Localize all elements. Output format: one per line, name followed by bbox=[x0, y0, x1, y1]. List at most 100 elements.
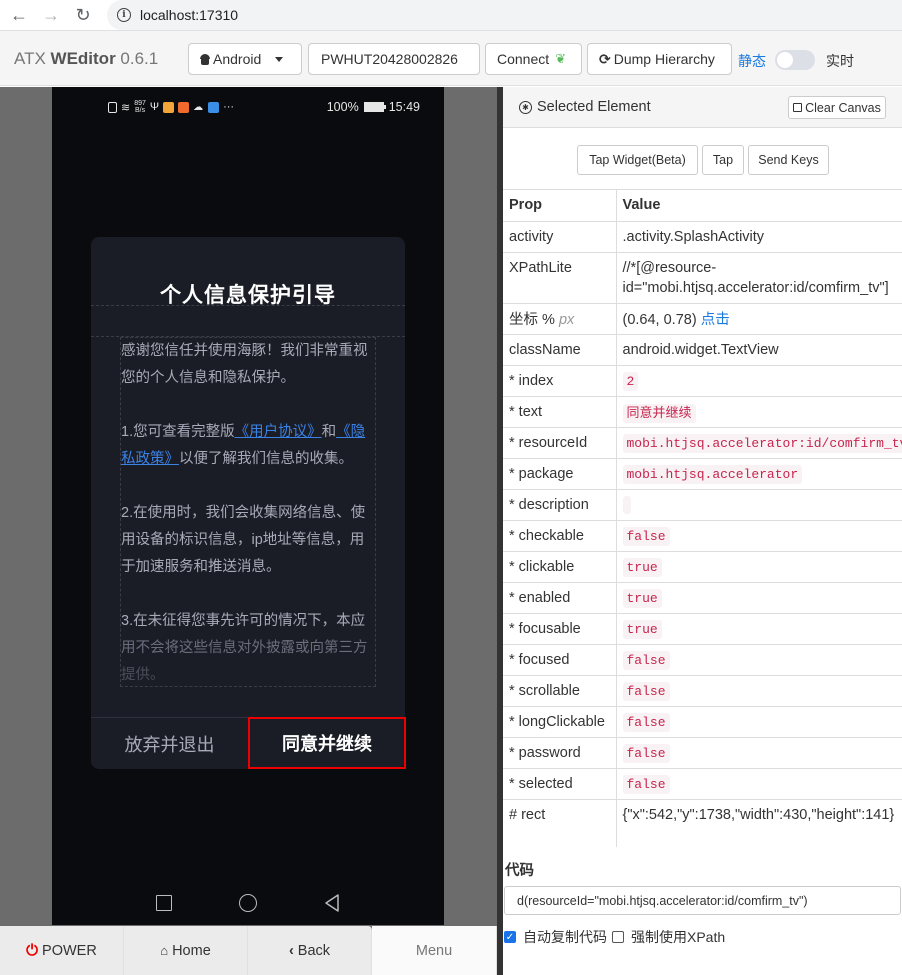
selected-element-header: ✱ Selected Element Clear Canvas bbox=[503, 87, 902, 128]
chevron-down-icon bbox=[275, 56, 284, 62]
force-xpath-checkbox[interactable] bbox=[612, 931, 624, 943]
clear-canvas-button[interactable]: Clear Canvas bbox=[788, 96, 886, 119]
address-bar[interactable]: i localhost:17310 bbox=[107, 0, 902, 30]
prop-value-cell: false bbox=[616, 675, 902, 707]
home-circle-icon[interactable] bbox=[239, 894, 257, 912]
home-icon: ⌂ bbox=[160, 943, 169, 958]
prop-value: mobi.htjsq.accelerator bbox=[622, 464, 803, 484]
recents-icon[interactable] bbox=[156, 895, 172, 911]
platform-select[interactable]: Android bbox=[188, 43, 302, 75]
prop-name: * package bbox=[503, 458, 617, 490]
brand-prefix: ATX bbox=[14, 49, 51, 68]
user-agreement-link[interactable]: 《用户协议》 bbox=[235, 424, 322, 440]
dialog-title: 个人信息保护引导 bbox=[160, 284, 336, 307]
device-screen[interactable]: ≋ 897 B/s Ψ ☁ ··· 100% 15:49 个人信息保护引导 感谢您… bbox=[52, 87, 444, 925]
device-serial-input[interactable]: PWHUT20428002826 bbox=[308, 43, 480, 75]
prop-value: false bbox=[622, 743, 670, 763]
dialog-paragraph: 2.在使用时，我们会收集网络信息、使用设备的标识信息，ip地址等信息，用于加速服… bbox=[121, 505, 366, 575]
brand-version: 0.6.1 bbox=[115, 49, 159, 68]
column-header-prop: Prop bbox=[503, 190, 617, 222]
browser-app-icon bbox=[208, 101, 220, 113]
live-mode-label[interactable]: 实时 bbox=[826, 51, 854, 71]
table-row: * description bbox=[503, 489, 902, 521]
home-button[interactable]: ⌂ Home bbox=[124, 926, 248, 975]
wechat-icon: ☁ bbox=[193, 101, 204, 113]
prop-name: className bbox=[503, 334, 617, 366]
prop-name: * password bbox=[503, 737, 617, 769]
app-notification-icon bbox=[163, 101, 175, 113]
live-mode-toggle[interactable] bbox=[775, 50, 815, 70]
prop-name: # rect bbox=[503, 799, 617, 847]
dialog-paragraph: 3.在未征得您事先许可的情况下，本应用不会将这些信息对外披露或向第三方提供。 bbox=[121, 608, 375, 686]
menu-button[interactable]: Menu bbox=[372, 926, 497, 975]
auto-copy-label[interactable]: 自动复制代码 bbox=[523, 927, 607, 947]
prop-value: (0.64, 0.78) 点击 bbox=[616, 303, 902, 335]
back-button[interactable]: ‹ Back bbox=[248, 926, 372, 975]
prop-name: * index bbox=[503, 365, 617, 397]
back-triangle-icon[interactable] bbox=[322, 893, 342, 913]
tap-button[interactable]: Tap bbox=[702, 145, 744, 175]
privacy-dialog: 个人信息保护引导 感谢您信任并使用海豚！我们非常重视您的个人信息和隐私保护。 1… bbox=[91, 237, 406, 769]
wifi-icon: ≋ bbox=[121, 101, 131, 114]
prop-name: * selected bbox=[503, 768, 617, 800]
app-brand: ATX WEditor 0.6.1 bbox=[14, 49, 158, 69]
app-header: ATX WEditor 0.6.1 Android PWHUT204280028… bbox=[0, 30, 902, 86]
table-row: * clickable true bbox=[503, 551, 902, 583]
auto-copy-checkbox[interactable]: ✓ bbox=[504, 931, 516, 943]
connect-label: Connect bbox=[497, 51, 550, 67]
prop-name: * enabled bbox=[503, 582, 617, 614]
home-label: Home bbox=[172, 942, 211, 959]
agree-continue-button[interactable]: 同意并继续 bbox=[248, 717, 406, 769]
forward-arrow-icon[interactable]: → bbox=[38, 2, 64, 28]
prop-name: * scrollable bbox=[503, 675, 617, 707]
prop-name: 坐标 % px bbox=[503, 303, 617, 335]
prop-value: true bbox=[622, 588, 662, 608]
usb-icon: Ψ bbox=[149, 101, 160, 113]
prop-value: 同意并继续 bbox=[622, 404, 696, 423]
send-keys-button[interactable]: Send Keys bbox=[748, 145, 829, 175]
power-button[interactable]: ⏻ POWER bbox=[0, 926, 124, 975]
back-arrow-icon[interactable]: ← bbox=[6, 2, 32, 28]
video-app-icon bbox=[178, 101, 190, 113]
dialog-paragraph-links: 1.您可查看完整版《用户协议》和《隐私政策》以便了解我们信息的收集。 bbox=[121, 419, 375, 473]
prop-name: * focused bbox=[503, 644, 617, 676]
decline-exit-button[interactable]: 放弃并退出 bbox=[91, 718, 248, 769]
coord-unit-toggle[interactable]: px bbox=[559, 312, 574, 328]
info-icon[interactable]: i bbox=[117, 8, 131, 22]
table-row: * focused false bbox=[503, 644, 902, 676]
prop-name: * longClickable bbox=[503, 706, 617, 738]
android-icon bbox=[200, 53, 210, 65]
platform-label: Android bbox=[213, 51, 262, 67]
dump-label: Dump Hierarchy bbox=[613, 51, 715, 67]
dump-hierarchy-button[interactable]: ⟳ Dump Hierarchy bbox=[587, 43, 732, 75]
table-row: 坐标 % px (0.64, 0.78) 点击 bbox=[503, 303, 902, 335]
table-row: * password false bbox=[503, 737, 902, 769]
prop-name: * focusable bbox=[503, 613, 617, 645]
battery-icon bbox=[363, 102, 386, 112]
prop-value: true bbox=[622, 557, 662, 577]
selected-element-title: Selected Element bbox=[537, 99, 651, 115]
dialog-body[interactable]: 感谢您信任并使用海豚！我们非常重视您的个人信息和隐私保护。 1.您可查看完整版《… bbox=[120, 337, 376, 687]
connect-button[interactable]: Connect ❦ bbox=[485, 43, 582, 75]
table-row: XPathLite //*[@resource-id="mobi.htjsq.a… bbox=[503, 252, 902, 304]
tap-widget-button[interactable]: Tap Widget(Beta) bbox=[577, 145, 698, 175]
force-xpath-label[interactable]: 强制使用XPath bbox=[631, 927, 725, 947]
prop-name: * checkable bbox=[503, 520, 617, 552]
static-mode-label[interactable]: 静态 bbox=[738, 51, 766, 71]
square-icon bbox=[793, 103, 803, 112]
prop-name: XPathLite bbox=[503, 252, 617, 304]
code-input[interactable]: d(resourceId="mobi.htjsq.accelerator:id/… bbox=[504, 886, 901, 915]
status-bar: ≋ 897 B/s Ψ ☁ ··· 100% 15:49 bbox=[52, 87, 444, 127]
coord-click-link[interactable]: 点击 bbox=[701, 312, 730, 328]
xpath-value: //*[@resource-id="mobi.htjsq.accelerator… bbox=[622, 259, 889, 296]
reload-icon[interactable]: ↻ bbox=[70, 2, 96, 28]
prop-value: .activity.SplashActivity bbox=[616, 221, 902, 253]
table-row: activity .activity.SplashActivity bbox=[503, 221, 902, 253]
prop-value-cell: mobi.htjsq.accelerator bbox=[616, 458, 902, 490]
device-key-bar: ⏻ POWER ⌂ Home ‹ Back Menu bbox=[0, 926, 497, 975]
paragraph-text-faded: 用不会将这些信息对外披露或向第三方 bbox=[121, 640, 368, 656]
table-row: * longClickable false bbox=[503, 706, 902, 738]
paragraph-text: 3.在未征得您事先许可的情况下，本应 bbox=[121, 613, 366, 629]
prop-value: 2 bbox=[622, 371, 639, 391]
prop-name: * description bbox=[503, 489, 617, 521]
